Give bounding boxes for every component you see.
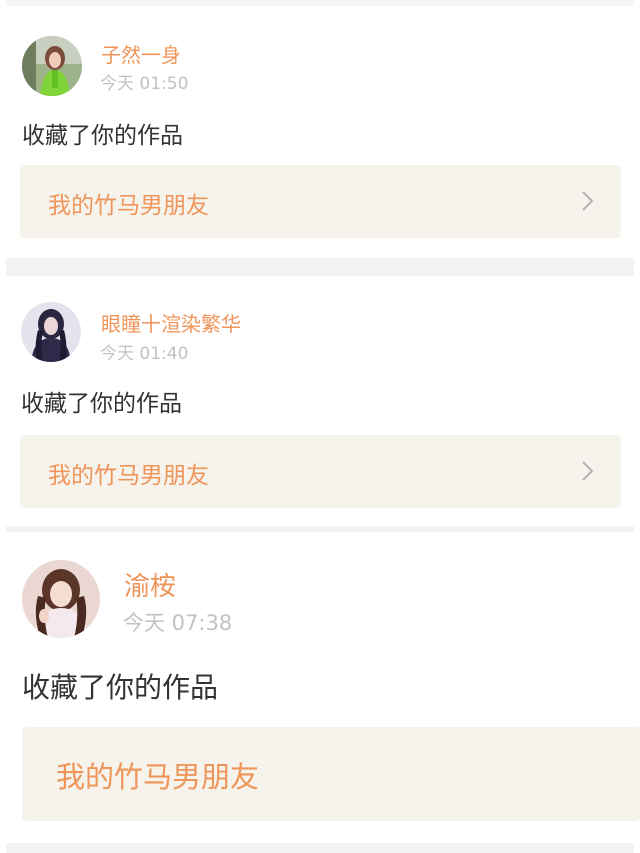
user-avatar[interactable] [22, 560, 100, 638]
action-text: 收藏了你的作品 [22, 671, 219, 704]
work-link[interactable]: 我的竹马男朋友 [22, 727, 640, 821]
notification-card: 渝桉 今天 07:38 收藏了你的作品 我的竹马男朋友 [0, 532, 640, 853]
work-title: 我的竹马男朋友 [48, 193, 209, 219]
avatar-image [21, 302, 81, 362]
work-title: 我的竹马男朋友 [48, 463, 209, 489]
user-avatar[interactable] [22, 36, 82, 96]
timestamp: 今天 07:38 [123, 611, 233, 635]
action-text: 收藏了你的作品 [22, 123, 183, 149]
action-text: 收藏了你的作品 [21, 391, 182, 417]
avatar-image [22, 560, 100, 638]
username[interactable]: 眼瞳十渲染繁华 [101, 308, 241, 337]
timestamp: 今天 01:40 [100, 344, 189, 364]
notification-card: 眼瞳十渲染繁华 今天 01:40 收藏了你的作品 我的竹马男朋友 [0, 276, 640, 526]
work-title: 我的竹马男朋友 [56, 760, 260, 794]
notification-feed: 子然一身 今天 01:50 收藏了你的作品 我的竹马男朋友 眼瞳十渲染繁华 今天… [0, 0, 640, 853]
username[interactable]: 子然一身 [101, 39, 181, 68]
username[interactable]: 渝桉 [124, 566, 176, 603]
card-separator [6, 258, 634, 276]
chevron-right-icon [582, 191, 594, 211]
notification-card: 子然一身 今天 01:50 收藏了你的作品 我的竹马男朋友 [0, 6, 640, 258]
avatar-image [22, 36, 82, 96]
chevron-right-icon [582, 461, 594, 481]
timestamp: 今天 01:50 [100, 74, 189, 94]
work-link[interactable]: 我的竹马男朋友 [20, 165, 621, 238]
work-link[interactable]: 我的竹马男朋友 [20, 435, 621, 508]
card-separator [6, 843, 634, 853]
user-avatar[interactable] [21, 302, 81, 362]
